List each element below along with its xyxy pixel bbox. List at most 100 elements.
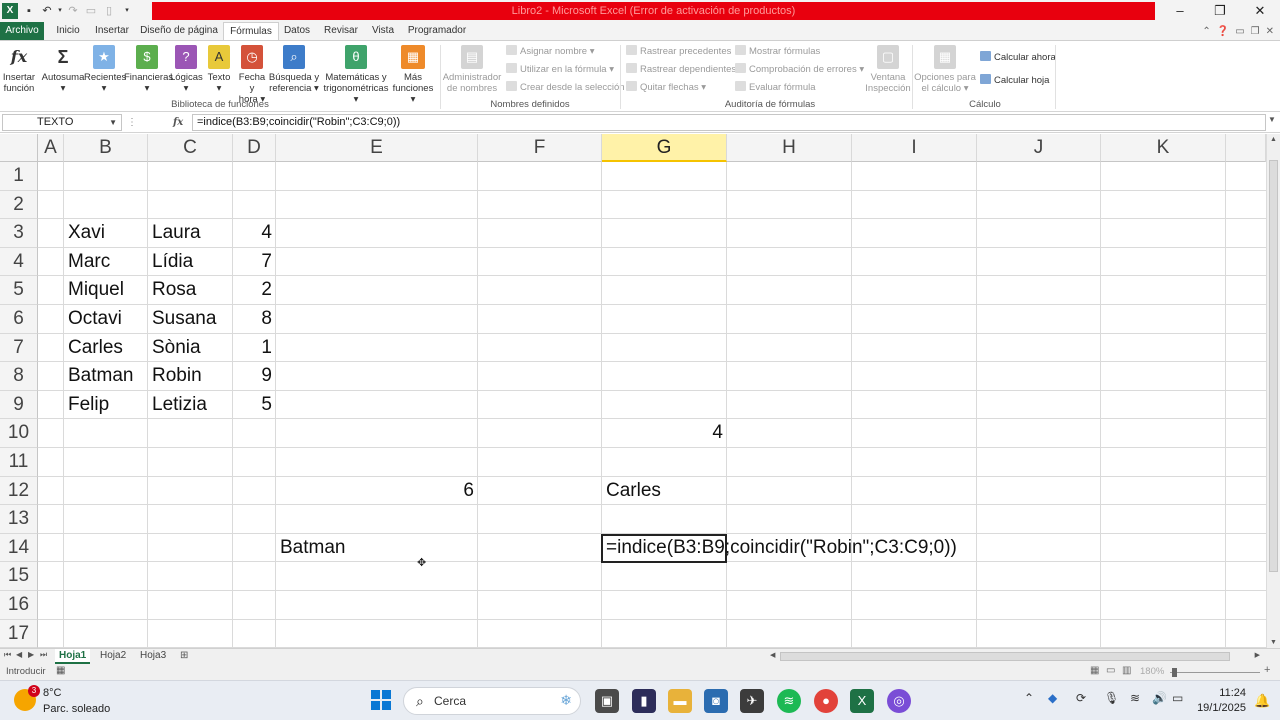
column-header-b[interactable]: B [64, 134, 148, 162]
tab-formulas[interactable]: Fórmulas [223, 22, 279, 41]
recent-functions-button[interactable]: ★ Recientes ▾ [84, 43, 126, 94]
show-formulas-button[interactable]: Mostrar fórmulas [735, 44, 820, 60]
worksheet-grid[interactable]: ABCDEFGHIJK 1 2 3 4 5 6 7 8 9 10 11 12 13 14 15 16 17 Xa… [0, 134, 1266, 648]
row-header-16[interactable]: 16 [0, 591, 38, 620]
tab-insertar[interactable]: Insertar [90, 22, 134, 40]
column-header-d[interactable]: D [233, 134, 276, 162]
column-header-e[interactable]: E [276, 134, 478, 162]
formula-input[interactable]: =indice(B3:B9;coincidir("Robin";C3:C9;0)… [192, 114, 1266, 131]
wifi-icon[interactable]: ≋ [1130, 691, 1140, 705]
column-header-k[interactable]: K [1101, 134, 1226, 162]
horizontal-scroll-thumb[interactable] [780, 652, 1230, 661]
column-header-i[interactable]: I [852, 134, 977, 162]
cell-d7[interactable]: 1 [233, 334, 276, 363]
cell-d8[interactable]: 9 [233, 362, 276, 391]
excel-taskbar-icon[interactable]: X [850, 689, 874, 713]
row-header-15[interactable]: 15 [0, 562, 38, 591]
column-header-g[interactable]: G [602, 134, 727, 162]
logical-functions-button[interactable]: ? Lógicas ▾ [170, 43, 203, 94]
row-header-3[interactable]: 3 [0, 219, 38, 248]
row-header-9[interactable]: 9 [0, 390, 38, 420]
sheet-tab-hoja3[interactable]: Hoja3 [136, 649, 170, 664]
row-header-8[interactable]: 8 [0, 362, 38, 391]
cell-c7[interactable]: Sònia [148, 334, 233, 363]
task-view-icon[interactable]: ▣ [595, 689, 619, 713]
column-header-h[interactable]: H [727, 134, 852, 162]
tab-inicio[interactable]: Inicio [50, 22, 86, 40]
insert-function-button[interactable]: fx Insertar función [2, 43, 36, 94]
use-in-formula-button[interactable]: Utilizar en la fórmula ▾ [506, 62, 614, 78]
cell-g10[interactable]: 4 [602, 419, 727, 448]
notifications-icon[interactable]: 🔔 [1254, 693, 1270, 709]
new-sheet-icon[interactable]: ⊞ [180, 650, 188, 661]
splitter-icon[interactable]: ⋮ [127, 114, 137, 131]
tray-app-icon[interactable]: ◆ [1048, 691, 1057, 705]
game-app-icon[interactable]: ✈ [740, 689, 764, 713]
undo-dropdown-icon[interactable]: ▾ [56, 0, 64, 22]
sheet-tab-hoja2[interactable]: Hoja2 [96, 649, 130, 664]
close-button[interactable]: ✕ [1240, 0, 1280, 22]
calculate-sheet-button[interactable]: Calcular hoja [980, 73, 1049, 89]
create-from-selection-button[interactable]: Crear desde la selección [506, 80, 625, 96]
lookup-functions-button[interactable]: ⌕ Búsqueda y referencia ▾ [268, 43, 320, 94]
cell-c8[interactable]: Robin [148, 362, 233, 391]
volume-icon[interactable]: 🔊 [1152, 691, 1167, 705]
horizontal-scrollbar[interactable]: ◀ ▶ [770, 651, 1260, 662]
row-header-12[interactable]: 12 [0, 476, 38, 506]
cell-e12[interactable]: 6 [276, 477, 478, 506]
zoom-level[interactable]: 180% [1140, 666, 1164, 677]
calculate-now-button[interactable]: Calcular ahora [980, 50, 1056, 66]
trace-precedents-button[interactable]: Rastrear precedentes [626, 44, 731, 60]
scroll-up-icon[interactable]: ▲ [1270, 136, 1277, 143]
print-icon[interactable]: ▭ [82, 0, 100, 22]
column-header-a[interactable]: A [38, 134, 64, 162]
minimize-ribbon-icon[interactable]: ⌃ [1202, 26, 1210, 37]
name-box[interactable]: TEXTO ▼ [2, 114, 122, 131]
row-header-5[interactable]: 5 [0, 276, 38, 305]
cell-d6[interactable]: 8 [233, 305, 276, 334]
cell-b8[interactable]: Batman [64, 362, 148, 391]
workbook-minimize-icon[interactable]: ▭ [1235, 26, 1244, 37]
zoom-slider[interactable] [1170, 668, 1260, 677]
error-checking-button[interactable]: Comprobación de errores ▾ [735, 62, 864, 78]
column-header-f[interactable]: F [478, 134, 602, 162]
cell-b5[interactable]: Miquel [64, 276, 148, 305]
cell-b7[interactable]: Carles [64, 334, 148, 363]
microphone-icon[interactable]: 🎙 [1104, 691, 1119, 705]
date-time-functions-button[interactable]: ◷ Fecha y hora ▾ [236, 43, 268, 105]
row-header-1[interactable]: 1 [0, 162, 38, 191]
minimize-button[interactable]: – [1160, 0, 1200, 22]
row-header-7[interactable]: 7 [0, 333, 38, 363]
cell-g12[interactable]: Carles [602, 477, 727, 506]
evaluate-formula-button[interactable]: Evaluar fórmula [735, 80, 816, 96]
scroll-left-icon[interactable]: ◀ [770, 651, 775, 659]
spotify-icon[interactable]: ≋ [777, 689, 801, 713]
cell-b9[interactable]: Felip [64, 391, 148, 420]
prev-sheet-icon[interactable]: ◀ [16, 650, 22, 659]
cell-e14[interactable]: Batman [276, 534, 478, 563]
view-normal-icon[interactable]: ▦ [1090, 665, 1099, 676]
tab-programador[interactable]: Programador [406, 22, 468, 40]
more-functions-button[interactable]: ▦ Más funciones ▾ [390, 43, 436, 105]
cell-c3[interactable]: Laura [148, 219, 233, 248]
autosum-button[interactable]: Σ Autosuma ▾ [40, 43, 86, 94]
define-name-button[interactable]: Asignar nombre ▾ [506, 44, 594, 60]
tab-diseno-pagina[interactable]: Diseño de página [138, 22, 220, 40]
windows-start-icon[interactable] [371, 690, 391, 710]
cell-d9[interactable]: 5 [233, 391, 276, 420]
redo-icon[interactable]: ↷ [64, 0, 82, 22]
row-header-17[interactable]: 17 [0, 619, 38, 648]
cell-b4[interactable]: Marc [64, 248, 148, 277]
trace-dependents-button[interactable]: Rastrear dependientes [626, 62, 736, 78]
row-header-13[interactable]: 13 [0, 505, 38, 534]
taskbar-clock[interactable]: 11:24 19/1/2025 [1196, 686, 1246, 716]
select-all-corner[interactable] [0, 134, 38, 162]
row-header-2[interactable]: 2 [0, 190, 38, 220]
file-explorer-icon[interactable]: ▬ [668, 689, 692, 713]
app-circle-icon[interactable]: ◎ [887, 689, 911, 713]
restore-button[interactable]: ❐ [1200, 0, 1240, 22]
save-icon[interactable]: ▪ [20, 0, 38, 22]
cell-b6[interactable]: Octavi [64, 305, 148, 334]
expand-formula-bar-icon[interactable]: ▼ [1268, 115, 1278, 124]
row-header-6[interactable]: 6 [0, 305, 38, 334]
